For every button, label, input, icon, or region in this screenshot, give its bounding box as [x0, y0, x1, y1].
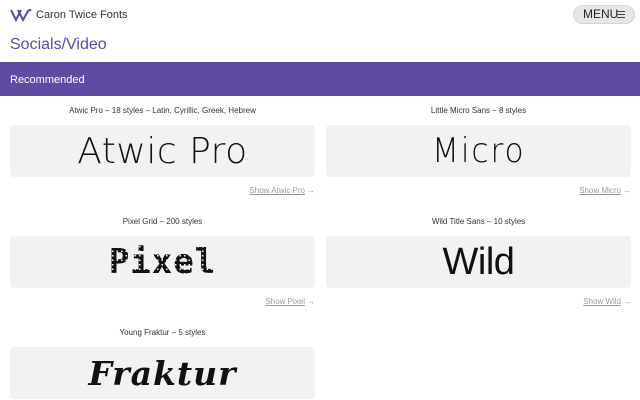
hamburger-icon — [617, 11, 625, 18]
font-preview[interactable]: Atwic Pro — [10, 125, 315, 177]
font-preview[interactable]: Pixel — [10, 236, 315, 288]
show-font-link[interactable]: Show Atwic Pro → — [249, 186, 315, 196]
arrow-right-icon: → — [623, 297, 631, 306]
font-sample-text: Atwic Pro — [77, 130, 248, 172]
show-font-link[interactable]: Show Wild → — [583, 297, 631, 307]
top-bar: Caron Twice Fonts MENU — [0, 0, 640, 30]
menu-label: MENU — [583, 7, 619, 21]
font-card-meta: Pixel Grid – 200 styles — [122, 217, 203, 226]
section-label: Recommended — [10, 74, 85, 86]
page-title: Socials/Video — [10, 36, 107, 53]
arrow-right-icon: → — [307, 297, 315, 306]
font-sample-text: Pixel — [108, 242, 217, 282]
font-card-meta: Atwic Pro – 18 styles – Latin, Cyrillic,… — [69, 106, 256, 115]
arrow-right-icon: → — [623, 186, 631, 195]
font-card-meta: Wild Title Sans – 10 styles — [431, 217, 526, 226]
section-header: Recommended — [0, 62, 640, 96]
font-preview[interactable]: Fraktur — [10, 347, 315, 399]
font-card-meta: Young Fraktur – 5 styles — [119, 328, 206, 337]
font-sample-text: Micro — [431, 131, 526, 171]
show-font-link[interactable]: Show Pixel → — [265, 297, 315, 307]
show-font-link-label: Show Wild — [583, 297, 621, 306]
menu-button[interactable]: MENU — [573, 5, 635, 24]
show-font-link-label: Show Pixel — [265, 297, 305, 306]
show-font-link[interactable]: Show Micro → — [579, 186, 631, 196]
font-preview[interactable]: Wild — [326, 236, 631, 288]
arrow-right-icon: → — [307, 186, 315, 195]
cv-monogram-icon[interactable] — [10, 8, 32, 22]
show-font-link-label: Show Micro — [579, 186, 621, 195]
font-card-meta: Little Micro Sans – 8 styles — [430, 106, 527, 115]
font-sample-text: Wild — [442, 240, 515, 283]
show-font-link-label: Show Atwic Pro — [249, 186, 305, 195]
font-sample-text: Fraktur — [88, 353, 237, 393]
font-preview[interactable]: Micro — [326, 125, 631, 177]
brand-name[interactable]: Caron Twice Fonts — [36, 8, 128, 22]
